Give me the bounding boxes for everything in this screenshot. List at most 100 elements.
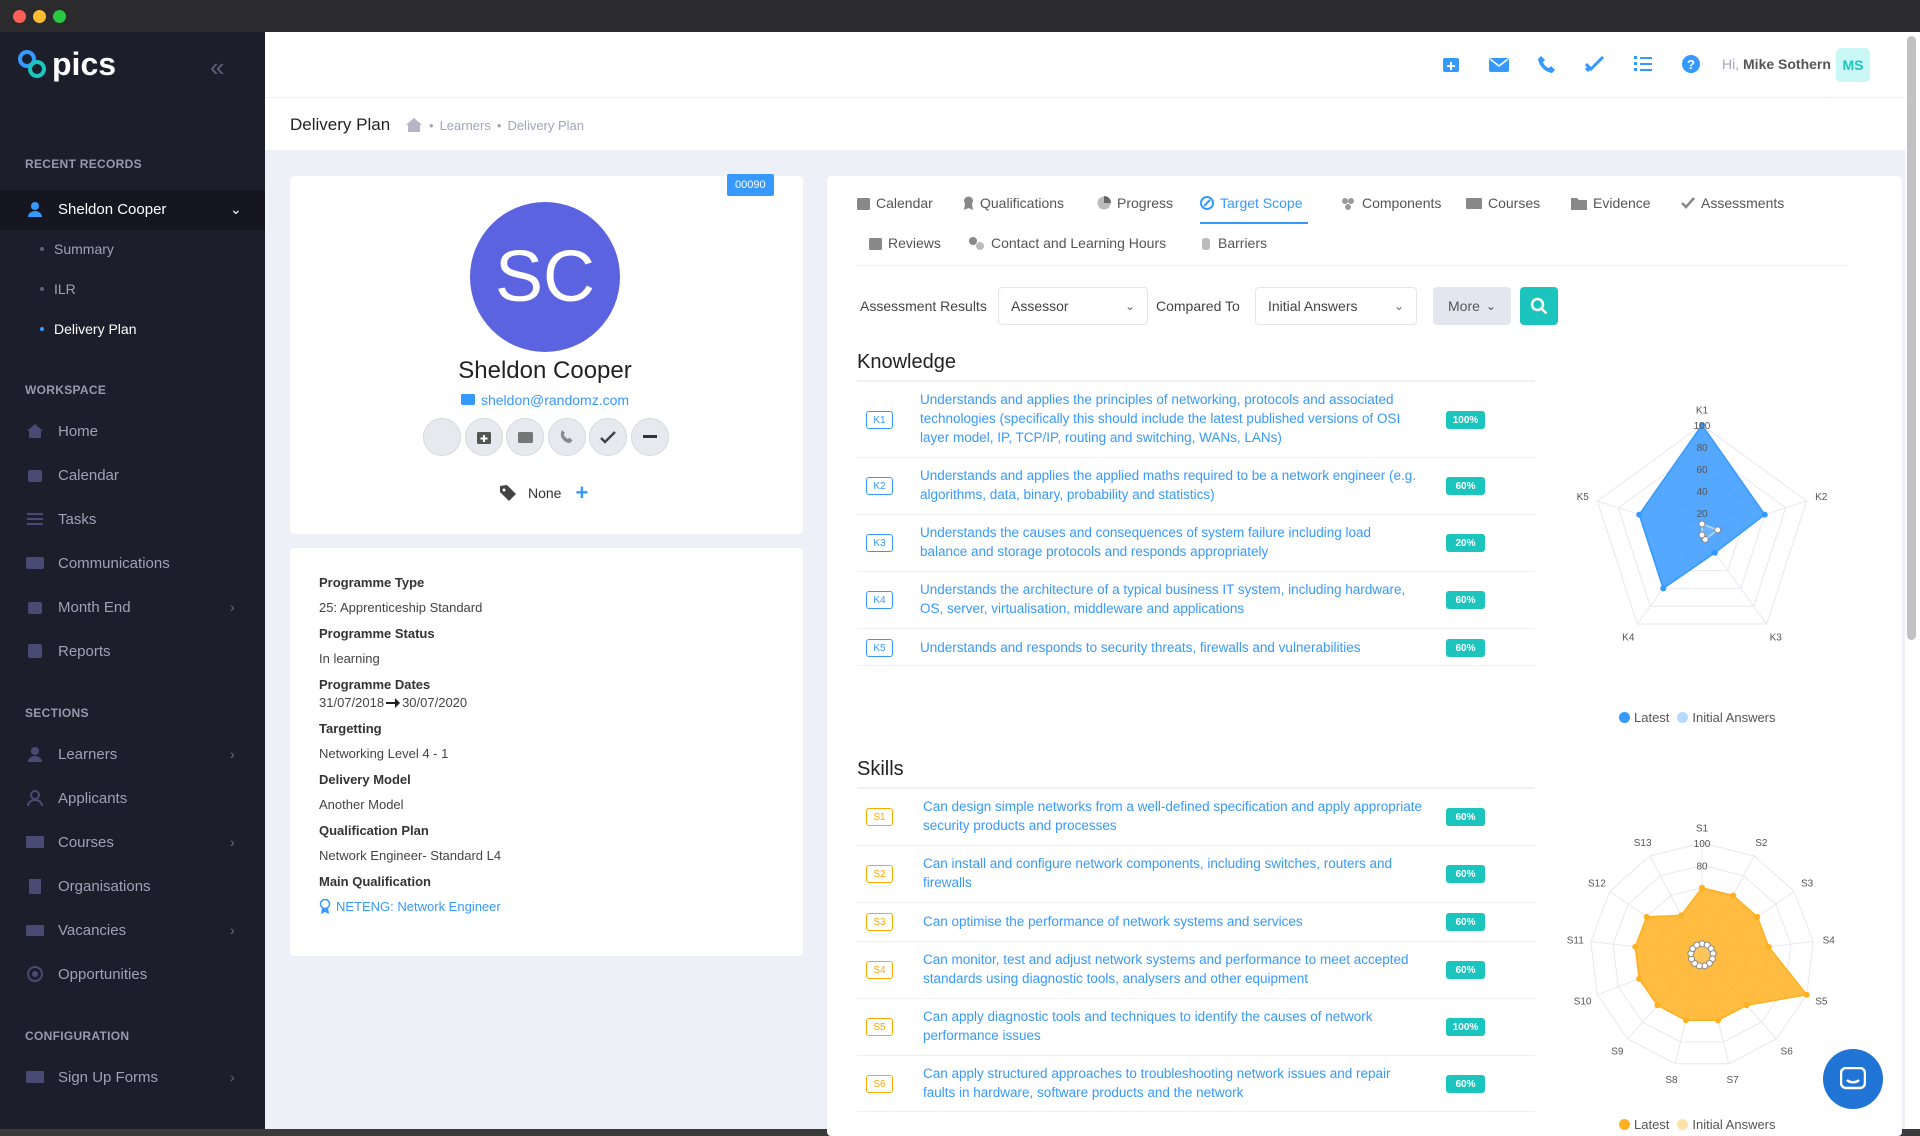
radar-point: [1714, 526, 1722, 534]
phone-icon: [560, 430, 573, 443]
row-text[interactable]: Can optimise the performance of network …: [923, 912, 1423, 931]
legend-latest[interactable]: Latest: [1634, 1117, 1669, 1132]
tab-barriers[interactable]: Barriers: [1200, 235, 1267, 251]
tab-courses[interactable]: Courses: [1466, 195, 1540, 211]
maximize-window-button[interactable]: [53, 10, 66, 23]
legend-initial-answers[interactable]: Initial Answers: [1692, 710, 1775, 725]
sidebar-item-vacancies[interactable]: Vacancies ›: [25, 921, 235, 939]
row-text[interactable]: Understands and responds to security thr…: [920, 638, 1420, 657]
knowledge-radar-chart: 100 80 60 40 20 K1 K2 K3 K4 K5: [1577, 406, 1828, 644]
assessment-results-select[interactable]: Assessor ⌄: [998, 287, 1148, 325]
blank-action-button[interactable]: [423, 418, 461, 456]
breadcrumb-delivery-plan[interactable]: Delivery Plan: [507, 118, 584, 133]
sidebar-item-sign-up-forms[interactable]: Sign Up Forms ›: [25, 1068, 235, 1086]
user-avatar[interactable]: MS: [1836, 48, 1870, 82]
calendar-add-icon[interactable]: [1439, 52, 1463, 76]
row-text[interactable]: Understands the causes and consequences …: [920, 523, 1420, 561]
skills-row-s5: S5 Can apply diagnostic tools and techni…: [857, 998, 1535, 1055]
sidebar-item-learners[interactable]: Learners ›: [25, 745, 235, 763]
row-percent-badge: 100%: [1446, 411, 1485, 429]
tab-progress[interactable]: Progress: [1097, 195, 1173, 211]
row-percent-badge: 100%: [1446, 1018, 1485, 1036]
legend-initial-answers[interactable]: Initial Answers: [1692, 1117, 1775, 1132]
envelope-icon[interactable]: [1487, 52, 1511, 76]
sub-item-delivery-plan[interactable]: Delivery Plan: [40, 321, 136, 337]
chat-launcher-button[interactable]: [1823, 1049, 1883, 1109]
row-text[interactable]: Understands and applies the applied math…: [920, 466, 1420, 504]
minimize-window-button[interactable]: [33, 10, 46, 23]
sub-item-ilr[interactable]: ILR: [40, 281, 76, 297]
sidebar-item-opportunities[interactable]: Opportunities: [25, 965, 147, 983]
sidebar-item-tasks[interactable]: Tasks: [25, 510, 96, 528]
tab-evidence[interactable]: Evidence: [1571, 195, 1651, 211]
radar-point: [1643, 913, 1650, 920]
close-window-button[interactable]: [13, 10, 26, 23]
knowledge-row-k1: K1 Understands and applies the principle…: [857, 381, 1535, 457]
tab-target-scope[interactable]: Target Scope: [1200, 195, 1303, 211]
learner-email[interactable]: sheldon@randomz.com: [290, 392, 800, 408]
email-action-button[interactable]: [506, 418, 544, 456]
radar-tick-label: 100: [1694, 421, 1711, 432]
tasks-action-button[interactable]: [589, 418, 627, 456]
skills-row-s6: S6 Can apply structured approaches to tr…: [857, 1055, 1535, 1112]
radar-axis-label: S9: [1611, 1047, 1624, 1058]
recent-record-label: Sheldon Cooper: [58, 200, 167, 218]
remove-action-button[interactable]: [631, 418, 669, 456]
sidebar-item-month-end[interactable]: Month End ›: [25, 598, 235, 616]
calendar-icon: [25, 466, 45, 484]
row-percent-badge: 60%: [1446, 639, 1485, 657]
main-qualification-link[interactable]: NETENG: Network Engineer: [319, 899, 501, 914]
row-text[interactable]: Can apply diagnostic tools and technique…: [923, 1007, 1423, 1045]
double-check-icon[interactable]: [1583, 52, 1607, 76]
help-icon[interactable]: ?: [1679, 52, 1703, 76]
user-greeting[interactable]: Hi, Mike Sothern: [1722, 56, 1831, 72]
row-text[interactable]: Can install and configure network compon…: [923, 854, 1423, 892]
radar-axis-label: S1: [1696, 823, 1709, 834]
chevron-right-icon: ›: [230, 746, 235, 762]
sidebar-item-courses[interactable]: Courses ›: [25, 833, 235, 851]
add-tag-button[interactable]: +: [575, 480, 588, 506]
row-text[interactable]: Can monitor, test and adjust network sys…: [923, 950, 1423, 988]
tab-components[interactable]: Components: [1340, 195, 1441, 211]
radar-point: [1682, 1017, 1689, 1024]
users-icon: [25, 745, 45, 763]
sidebar: pics « RECENT RECORDS Sheldon Cooper ⌄ S…: [0, 32, 265, 1129]
row-text[interactable]: Can apply structured approaches to troub…: [923, 1064, 1423, 1102]
breadcrumb-learners[interactable]: Learners: [440, 118, 491, 133]
award-icon: [319, 899, 331, 914]
radar-point: [1715, 1017, 1722, 1024]
tab-calendar[interactable]: Calendar: [857, 195, 933, 211]
check-badge-icon: [1681, 196, 1695, 210]
legend-latest[interactable]: Latest: [1634, 710, 1669, 725]
user-icon: [25, 200, 45, 218]
compared-to-select[interactable]: Initial Answers ⌄: [1255, 287, 1417, 325]
scrollbar-thumb[interactable]: [1907, 36, 1916, 640]
row-text[interactable]: Understands the architecture of a typica…: [920, 580, 1420, 618]
home-icon[interactable]: [405, 117, 423, 133]
sidebar-item-applicants[interactable]: Applicants: [25, 789, 127, 807]
checklist-icon[interactable]: [1631, 52, 1655, 76]
row-text[interactable]: Understands and applies the principles o…: [920, 390, 1420, 447]
tab-qualifications[interactable]: Qualifications: [963, 195, 1064, 211]
more-button[interactable]: More ⌄: [1433, 287, 1511, 325]
tab-reviews[interactable]: Reviews: [869, 235, 941, 251]
row-text[interactable]: Can design simple networks from a well-d…: [923, 797, 1423, 835]
sub-item-summary[interactable]: Summary: [40, 241, 114, 257]
phone-icon[interactable]: [1535, 52, 1559, 76]
chevron-down-icon: ⌄: [1485, 299, 1496, 313]
sidebar-item-organisations[interactable]: Organisations: [25, 877, 151, 895]
sidebar-item-communications[interactable]: Communications: [25, 554, 170, 572]
sidebar-item-calendar[interactable]: Calendar: [25, 466, 119, 484]
calendar-action-button[interactable]: [465, 418, 503, 456]
tab-contact-learning-hours[interactable]: Contact and Learning Hours: [967, 235, 1166, 251]
tab-assessments[interactable]: Assessments: [1681, 195, 1784, 211]
phone-action-button[interactable]: [548, 418, 586, 456]
collapse-sidebar-icon[interactable]: «: [210, 52, 224, 83]
sidebar-item-home[interactable]: Home: [25, 422, 98, 440]
sidebar-item-reports[interactable]: Reports: [25, 642, 111, 660]
search-button[interactable]: [1520, 287, 1558, 325]
app-logo[interactable]: pics: [16, 46, 116, 82]
radar-point: [1636, 511, 1643, 518]
tabs-divider: [857, 265, 1848, 266]
recent-record-sheldon[interactable]: Sheldon Cooper ⌄: [25, 200, 242, 218]
